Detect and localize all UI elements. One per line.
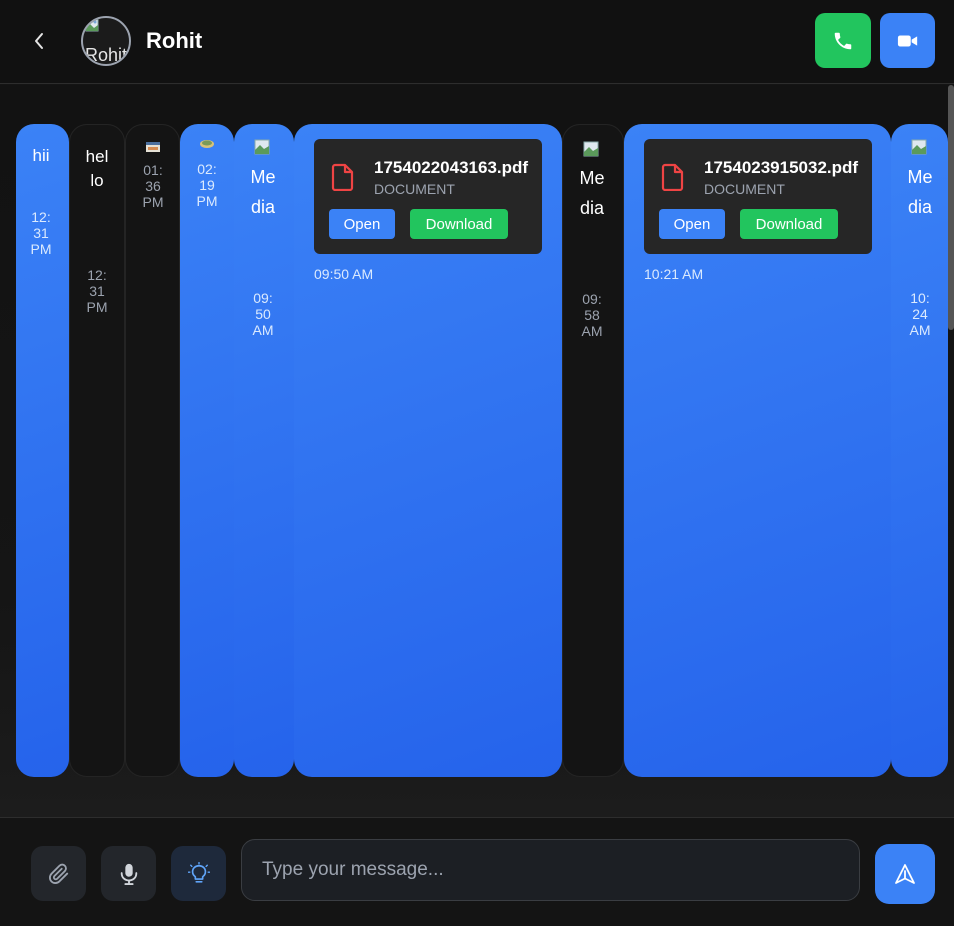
- message-time: 12:31 PM: [30, 209, 52, 257]
- document-message[interactable]: 1754023915032.pdf DOCUMENT Open Download…: [624, 124, 891, 777]
- composer-bar: [0, 817, 954, 926]
- voice-call-button[interactable]: [815, 13, 871, 68]
- message-bubble[interactable]: 02:19 PM: [180, 124, 234, 777]
- message-bubble[interactable]: hello 12:31 PM: [69, 124, 125, 777]
- download-document-button[interactable]: Download: [410, 209, 508, 239]
- message-list[interactable]: hii 12:31 PM hello 12:31 PM 01:36 PM 02:…: [0, 85, 954, 817]
- chat-header: Rohit Rohit: [0, 0, 954, 84]
- avatar-alt-text: Rohit: [85, 45, 128, 65]
- document-card: 1754023915032.pdf DOCUMENT Open Download: [644, 139, 872, 254]
- media-placeholder-text: Media: [907, 167, 933, 217]
- microphone-icon: [120, 863, 137, 885]
- file-icon: [331, 163, 354, 191]
- message-time: 09:50 AM: [252, 290, 274, 338]
- back-button[interactable]: [26, 26, 52, 56]
- send-button[interactable]: [875, 844, 935, 904]
- document-file-name: 1754023915032.pdf: [704, 158, 859, 177]
- avatar[interactable]: Rohit: [81, 16, 131, 66]
- broken-image-icon: [85, 18, 99, 32]
- message-bubble[interactable]: Media 09:50 AM: [234, 124, 294, 777]
- chat-app: Rohit Rohit hii 12:31 PM hello 12:31 PM …: [0, 0, 954, 926]
- message-time: 12:31 PM: [86, 267, 108, 315]
- chevron-left-icon: [35, 33, 43, 49]
- document-file-type: DOCUMENT: [374, 181, 455, 197]
- broken-image-icon: [911, 139, 927, 155]
- image-thumbnail-icon: [146, 142, 160, 152]
- image-thumbnail-icon: [200, 140, 214, 148]
- message-time: 09:58 AM: [581, 291, 603, 339]
- message-text: hello: [85, 147, 109, 190]
- message-bubble[interactable]: Media 10:24 AM: [891, 124, 948, 777]
- attach-button[interactable]: [31, 846, 86, 901]
- suggestion-button[interactable]: [171, 846, 226, 901]
- broken-image-icon: [583, 141, 599, 157]
- message-bubble[interactable]: 01:36 PM: [125, 124, 180, 777]
- video-icon: [897, 35, 917, 46]
- download-document-button[interactable]: Download: [740, 209, 838, 239]
- message-bubble[interactable]: Media 09:58 AM: [562, 124, 624, 777]
- message-time: 09:50 AM: [314, 266, 374, 282]
- video-call-button[interactable]: [880, 13, 935, 68]
- message-time: 10:24 AM: [909, 290, 931, 338]
- media-placeholder-text: Media: [579, 168, 605, 218]
- document-message[interactable]: 1754022043163.pdf DOCUMENT Open Download…: [294, 124, 562, 777]
- message-time: 01:36 PM: [142, 162, 164, 210]
- message-time: 02:19 PM: [196, 161, 218, 209]
- lightbulb-icon: [187, 861, 210, 883]
- voice-record-button[interactable]: [101, 846, 156, 901]
- phone-icon: [834, 32, 852, 49]
- document-file-name: 1754022043163.pdf: [374, 158, 529, 177]
- paperclip-icon: [48, 863, 68, 884]
- broken-image-icon: [254, 139, 270, 155]
- message-bubble[interactable]: hii 12:31 PM: [16, 124, 69, 777]
- send-icon: [895, 864, 915, 884]
- message-text: hii: [32, 146, 50, 165]
- document-file-type: DOCUMENT: [704, 181, 785, 197]
- open-document-button[interactable]: Open: [329, 209, 395, 239]
- media-placeholder-text: Media: [250, 167, 276, 217]
- message-input[interactable]: [241, 839, 860, 901]
- scrollbar[interactable]: [948, 85, 954, 330]
- message-time: 10:21 AM: [644, 266, 704, 282]
- contact-name: Rohit: [146, 28, 203, 53]
- file-icon: [661, 163, 684, 191]
- open-document-button[interactable]: Open: [659, 209, 725, 239]
- document-card: 1754022043163.pdf DOCUMENT Open Download: [314, 139, 542, 254]
